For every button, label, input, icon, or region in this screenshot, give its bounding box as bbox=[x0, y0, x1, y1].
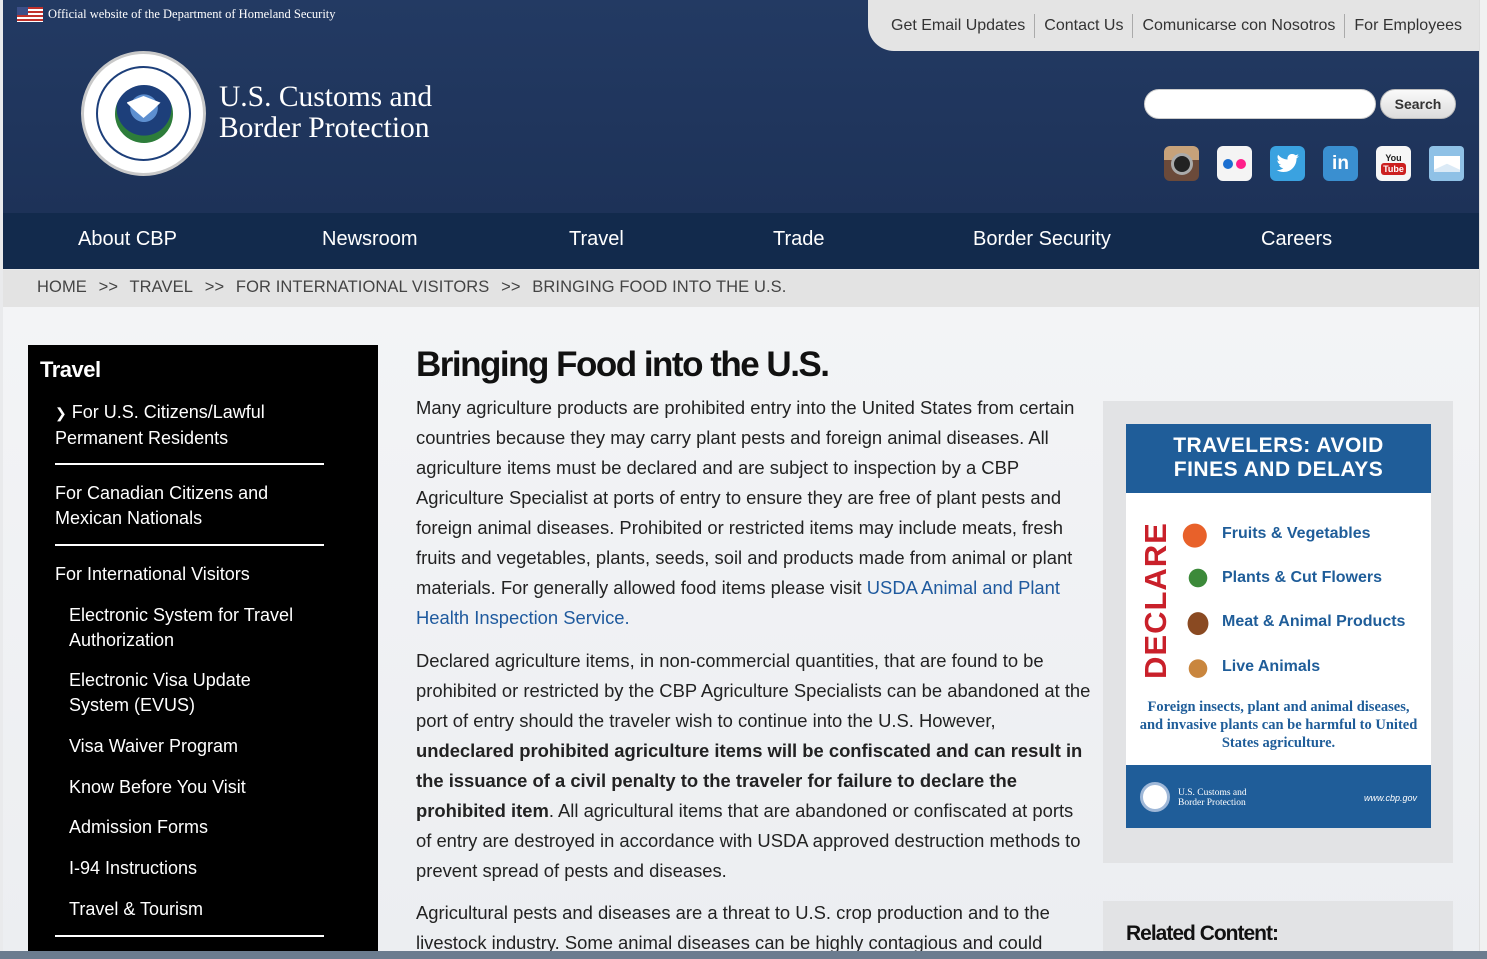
breadcrumb-separator: >> bbox=[501, 278, 521, 296]
official-site-text: Official website of the Department of Ho… bbox=[48, 7, 336, 21]
promo-item-animals: Live Animals bbox=[1182, 651, 1320, 683]
paragraph-pests-threat: Agricultural pests and diseases are a th… bbox=[416, 902, 1050, 953]
contact-us-link[interactable]: Contact Us bbox=[1034, 13, 1132, 38]
pepper-icon bbox=[1182, 518, 1214, 550]
chicken-icon bbox=[1182, 651, 1214, 683]
paragraph-intro-text: Many agriculture products are prohibited… bbox=[416, 397, 1075, 598]
agency-name-line2: Border Protection bbox=[219, 112, 430, 144]
promo-footer-agency-line2: Border Protection bbox=[1178, 798, 1246, 808]
comunicarse-link[interactable]: Comunicarse con Nosotros bbox=[1132, 13, 1344, 38]
search-button[interactable]: Search bbox=[1380, 89, 1456, 119]
official-site-banner: Official website of the Department of Ho… bbox=[17, 7, 336, 22]
search-input[interactable] bbox=[1144, 89, 1376, 119]
sidebar: Travel ❯ For U.S. Citizens/Lawful Perman… bbox=[28, 345, 378, 959]
promo-item-fruits: Fruits & Vegetables bbox=[1182, 518, 1371, 550]
sidebar-subitem-know-before[interactable]: Know Before You Visit bbox=[69, 775, 314, 800]
nav-newsroom[interactable]: Newsroom bbox=[322, 228, 418, 251]
email-icon[interactable] bbox=[1429, 146, 1464, 181]
breadcrumb-home[interactable]: HOME bbox=[37, 278, 87, 296]
youtube-icon[interactable]: You Tube bbox=[1376, 146, 1411, 181]
sidebar-divider bbox=[55, 544, 324, 546]
main-nav: About CBP Newsroom Travel Trade Border S… bbox=[3, 213, 1479, 269]
sidebar-item-label: For U.S. Citizens/Lawful Permanent Resid… bbox=[55, 402, 265, 448]
instagram-icon[interactable] bbox=[1164, 146, 1199, 181]
promo-item-meat: Meat & Animal Products bbox=[1182, 606, 1405, 638]
sausage-icon bbox=[1182, 606, 1214, 638]
for-employees-link[interactable]: For Employees bbox=[1344, 13, 1471, 38]
twitter-icon[interactable] bbox=[1270, 146, 1305, 181]
utility-bar: Get Email Updates Contact Us Comunicarse… bbox=[868, 0, 1479, 51]
promo-footer: U.S. Customs and Border Protection www.c… bbox=[1126, 765, 1431, 828]
page-scrollbar[interactable] bbox=[1479, 0, 1487, 959]
breadcrumb-separator: >> bbox=[204, 278, 225, 296]
sidebar-item-international-visitors[interactable]: For International Visitors bbox=[55, 562, 315, 587]
promo-footer-url: www.cbp.gov bbox=[1363, 793, 1417, 803]
promo-item-label: Live Animals bbox=[1222, 658, 1321, 675]
nav-about-cbp[interactable]: About CBP bbox=[78, 228, 177, 251]
main-content: Bringing Food into the U.S. Many agricul… bbox=[416, 345, 1091, 958]
declare-promo-image[interactable]: TRAVELERS: AVOID FINES AND DELAYS DECLAR… bbox=[1126, 424, 1431, 828]
sidebar-subitem-evus[interactable]: Electronic Visa Update System (EVUS) bbox=[69, 668, 314, 718]
promo-header: TRAVELERS: AVOID FINES AND DELAYS bbox=[1126, 424, 1431, 493]
us-flag-icon bbox=[17, 7, 43, 22]
sidebar-title[interactable]: Travel bbox=[40, 357, 101, 383]
youtube-label-bottom: Tube bbox=[1381, 162, 1406, 175]
dhs-seal-icon bbox=[1140, 782, 1170, 812]
promo-header-line2: FINES AND DELAYS bbox=[1173, 458, 1384, 481]
promo-item-label: Meat & Animal Products bbox=[1222, 613, 1406, 630]
social-icons: in You Tube bbox=[1164, 146, 1464, 181]
twitter-bird-icon bbox=[1276, 153, 1299, 172]
page-title: Bringing Food into the U.S. bbox=[416, 345, 830, 384]
nav-border-security[interactable]: Border Security bbox=[973, 228, 1111, 251]
chevron-right-icon: ❯ bbox=[55, 405, 67, 421]
youtube-label-top: You bbox=[1385, 152, 1402, 163]
promo-note: Foreign insects, plant and animal diseas… bbox=[1139, 699, 1418, 751]
promo-footer-agency-line1: U.S. Customs and bbox=[1178, 788, 1247, 798]
agency-name[interactable]: U.S. Customs and Border Protection bbox=[219, 82, 432, 144]
agency-name-line1: U.S. Customs and bbox=[219, 81, 433, 113]
sidebar-subitem-visa-waiver[interactable]: Visa Waiver Program bbox=[69, 734, 314, 759]
browser-viewport: Official website of the Department of Ho… bbox=[0, 0, 1487, 959]
sidebar-subitem-i94[interactable]: I-94 Instructions bbox=[69, 856, 314, 881]
seal-emblem-icon bbox=[96, 66, 191, 161]
paragraph-declared-text: Declared agriculture items, in non-comme… bbox=[416, 650, 1091, 731]
dhs-seal-logo[interactable] bbox=[81, 51, 206, 176]
get-email-updates-link[interactable]: Get Email Updates bbox=[882, 14, 1034, 38]
site-header: Official website of the Department of Ho… bbox=[3, 0, 1479, 213]
breadcrumb-international-visitors[interactable]: FOR INTERNATIONAL VISITORS bbox=[236, 278, 490, 296]
paragraph-intro: Many agriculture products are prohibited… bbox=[416, 393, 1091, 633]
breadcrumb-current: BRINGING FOOD INTO THE U.S. bbox=[532, 278, 787, 296]
sidebar-subitem-esta[interactable]: Electronic System for Travel Authorizati… bbox=[69, 603, 314, 653]
promo-footer-agency: U.S. Customs and Border Protection bbox=[1178, 788, 1247, 808]
sidebar-divider bbox=[55, 935, 324, 937]
sidebar-subitem-admission-forms[interactable]: Admission Forms bbox=[69, 815, 314, 840]
taskbar-strip bbox=[0, 951, 1487, 959]
promo-item-label: Plants & Cut Flowers bbox=[1222, 569, 1383, 586]
related-content-title: Related Content: bbox=[1126, 922, 1279, 945]
sidebar-subitem-travel-tourism[interactable]: Travel & Tourism bbox=[69, 897, 314, 922]
linkedin-icon[interactable]: in bbox=[1323, 146, 1358, 181]
flickr-icon[interactable] bbox=[1217, 146, 1252, 181]
declare-label: DECLARE bbox=[1138, 522, 1173, 680]
nav-careers[interactable]: Careers bbox=[1261, 228, 1332, 251]
breadcrumb-separator: >> bbox=[98, 278, 119, 296]
nav-travel[interactable]: Travel bbox=[569, 228, 624, 251]
nav-trade[interactable]: Trade bbox=[773, 228, 825, 251]
sidebar-item-us-citizens[interactable]: ❯ For U.S. Citizens/Lawful Permanent Res… bbox=[55, 400, 315, 451]
breadcrumb: HOME >> TRAVEL >> FOR INTERNATIONAL VISI… bbox=[3, 270, 1479, 307]
promo-header-line1: TRAVELERS: AVOID bbox=[1173, 434, 1384, 457]
sidebar-item-canadian-mexican[interactable]: For Canadian Citizens and Mexican Nation… bbox=[55, 481, 295, 531]
sidebar-divider bbox=[55, 463, 324, 465]
breadcrumb-travel[interactable]: TRAVEL bbox=[129, 278, 193, 296]
promo-item-plants: Plants & Cut Flowers bbox=[1182, 562, 1382, 594]
promo-item-label: Fruits & Vegetables bbox=[1222, 525, 1371, 542]
plant-icon bbox=[1182, 562, 1214, 594]
paragraph-declared-items: Declared agriculture items, in non-comme… bbox=[416, 646, 1091, 886]
